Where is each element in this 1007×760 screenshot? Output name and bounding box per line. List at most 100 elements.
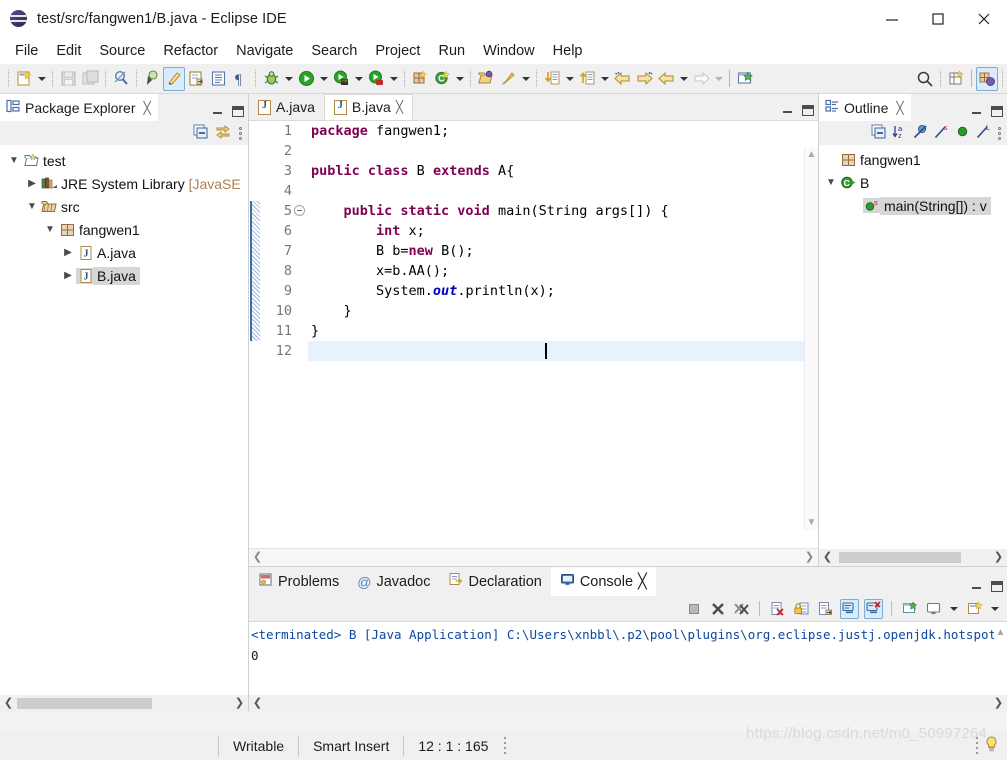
display-selected-console-icon[interactable] xyxy=(864,598,883,619)
previous-annotation-icon[interactable] xyxy=(576,67,598,91)
console-display-icon[interactable] xyxy=(924,599,943,619)
next-annotation-icon[interactable] xyxy=(541,67,563,91)
minimize-icon[interactable] xyxy=(869,0,915,38)
editor-hscrollbar[interactable]: ❮ ❯ xyxy=(249,548,818,566)
new-class-dropdown-icon[interactable] xyxy=(453,67,466,91)
new-class-icon[interactable]: C xyxy=(431,67,453,91)
tab-package-explorer[interactable]: Package Explorer ╳ xyxy=(0,94,158,121)
coverage-dropdown-icon[interactable] xyxy=(387,67,400,91)
remove-all-terminated-icon[interactable] xyxy=(732,599,751,619)
maximize-icon[interactable] xyxy=(915,0,961,38)
close-icon[interactable]: ╳ xyxy=(396,100,403,114)
scroll-track[interactable] xyxy=(266,549,801,566)
scroll-track[interactable] xyxy=(266,695,990,712)
scroll-up-icon[interactable]: ▲ xyxy=(805,148,818,162)
menu-refactor[interactable]: Refactor xyxy=(154,39,227,63)
toggle-mark-occurrences-icon[interactable] xyxy=(110,67,132,91)
tab-declaration[interactable]: Declaration xyxy=(439,567,551,596)
package-explorer-hscrollbar[interactable]: ❮ ❯ xyxy=(0,695,248,712)
status-trim-handle[interactable] xyxy=(974,737,980,754)
scroll-left-icon[interactable]: ❮ xyxy=(819,549,836,566)
remove-launch-icon[interactable] xyxy=(708,599,727,619)
code-text[interactable]: package fangwen1; public class B extends… xyxy=(311,121,818,361)
scroll-right-icon[interactable]: ❯ xyxy=(990,695,1007,712)
debug-dropdown-icon[interactable] xyxy=(282,67,295,91)
back-history-icon[interactable] xyxy=(611,67,633,91)
tab-javadoc[interactable]: @ Javadoc xyxy=(348,567,440,596)
console-output[interactable]: <terminated> B [Java Application] C:\Use… xyxy=(249,622,1007,695)
tab-outline[interactable]: Outline ╳ xyxy=(819,94,911,121)
open-search-dialog-icon[interactable] xyxy=(497,67,519,91)
code-editor[interactable]: 1 2 3 4 5 6 7 8 9 10 11 12 package fangw… xyxy=(249,121,818,548)
menu-file[interactable]: File xyxy=(6,39,47,63)
minimize-icon[interactable] xyxy=(971,581,982,592)
scroll-left-icon[interactable]: ❮ xyxy=(249,549,266,566)
new-wizard-icon[interactable] xyxy=(13,67,35,91)
tab-b-java[interactable]: B.java ╳ xyxy=(323,94,414,120)
pilcrow-icon[interactable]: ¶ xyxy=(229,67,251,91)
tree-item-jre-system-library[interactable]: ▶ JRE System Library [JavaSE xyxy=(0,172,248,195)
collapse-all-icon[interactable] xyxy=(193,124,208,142)
menu-search[interactable]: Search xyxy=(302,39,366,63)
search-dropdown-icon[interactable] xyxy=(519,67,532,91)
console-hscrollbar[interactable]: ❮ ❯ xyxy=(249,695,1007,712)
chevron-down-icon[interactable]: ▼ xyxy=(24,201,40,212)
menu-help[interactable]: Help xyxy=(544,39,592,63)
new-package-icon[interactable] xyxy=(409,67,431,91)
hide-fields-icon[interactable] xyxy=(913,124,928,142)
outline-item-class-b[interactable]: ▼ C B xyxy=(819,171,1007,194)
scroll-thumb[interactable] xyxy=(17,698,152,709)
new-wizard-dropdown-icon[interactable] xyxy=(35,67,48,91)
marker-column[interactable] xyxy=(249,121,262,548)
tip-of-the-day-icon[interactable] xyxy=(984,735,999,756)
maximize-icon[interactable] xyxy=(232,106,244,117)
folding-ruler[interactable] xyxy=(294,121,308,216)
status-resize-handle[interactable] xyxy=(502,737,508,754)
view-menu-icon[interactable] xyxy=(997,126,1002,140)
new-console-dropdown-icon[interactable] xyxy=(989,599,1001,619)
show-whitespace-icon[interactable] xyxy=(207,67,229,91)
tab-problems[interactable]: Problems xyxy=(249,567,349,596)
hide-static-icon[interactable]: s xyxy=(934,124,949,142)
scroll-track[interactable] xyxy=(17,695,231,712)
previous-annotation-dropdown-icon[interactable] xyxy=(598,67,611,91)
toggle-block-selection-icon[interactable] xyxy=(163,66,185,91)
menu-run[interactable]: Run xyxy=(429,39,474,63)
chevron-right-icon[interactable]: ▶ xyxy=(60,270,76,281)
scroll-thumb[interactable] xyxy=(839,552,961,563)
run-icon[interactable] xyxy=(295,67,317,91)
scroll-down-icon[interactable]: ▼ xyxy=(805,516,818,530)
scroll-left-icon[interactable]: ❮ xyxy=(249,695,266,712)
tree-item-src[interactable]: ▼ src xyxy=(0,195,248,218)
console-display-dropdown-icon[interactable] xyxy=(948,599,960,619)
last-edit-location-icon[interactable] xyxy=(141,67,163,91)
scroll-right-icon[interactable]: ❯ xyxy=(231,695,248,712)
menu-edit[interactable]: Edit xyxy=(47,39,90,63)
close-icon[interactable]: ╳ xyxy=(638,574,647,590)
view-menu-icon[interactable] xyxy=(238,126,243,140)
close-icon[interactable]: ╳ xyxy=(144,101,151,115)
hide-nonpublic-icon[interactable] xyxy=(955,124,970,142)
debug-icon[interactable] xyxy=(260,67,282,91)
chevron-right-icon[interactable]: ▶ xyxy=(60,247,76,258)
outline-item-fangwen1[interactable]: fangwen1 xyxy=(819,148,1007,171)
scroll-right-icon[interactable]: ❯ xyxy=(990,549,1007,566)
close-icon[interactable] xyxy=(961,0,1007,38)
chevron-down-icon[interactable]: ▼ xyxy=(42,224,58,235)
pin-console-icon[interactable] xyxy=(840,598,859,619)
tab-console[interactable]: Console ╳ xyxy=(550,567,656,596)
clear-console-icon[interactable] xyxy=(768,599,787,619)
open-task-icon[interactable] xyxy=(185,67,207,91)
run-dropdown-icon[interactable] xyxy=(317,67,330,91)
new-console-view-icon[interactable] xyxy=(965,599,984,619)
chevron-right-icon[interactable]: ▶ xyxy=(24,178,40,189)
link-with-editor-icon[interactable] xyxy=(215,124,231,142)
outline-hscrollbar[interactable]: ❮ ❯ xyxy=(819,549,1007,566)
java-perspective-icon[interactable] xyxy=(976,66,998,91)
close-icon[interactable]: ╳ xyxy=(896,101,903,115)
tree-item-a-java[interactable]: ▶ J A.java xyxy=(0,241,248,264)
tab-a-java[interactable]: A.java xyxy=(249,94,324,120)
console-vscrollbar[interactable]: ▲ xyxy=(994,622,1007,695)
tree-item-fangwen1[interactable]: ▼ fangwen1 xyxy=(0,218,248,241)
scroll-track[interactable] xyxy=(836,549,990,566)
